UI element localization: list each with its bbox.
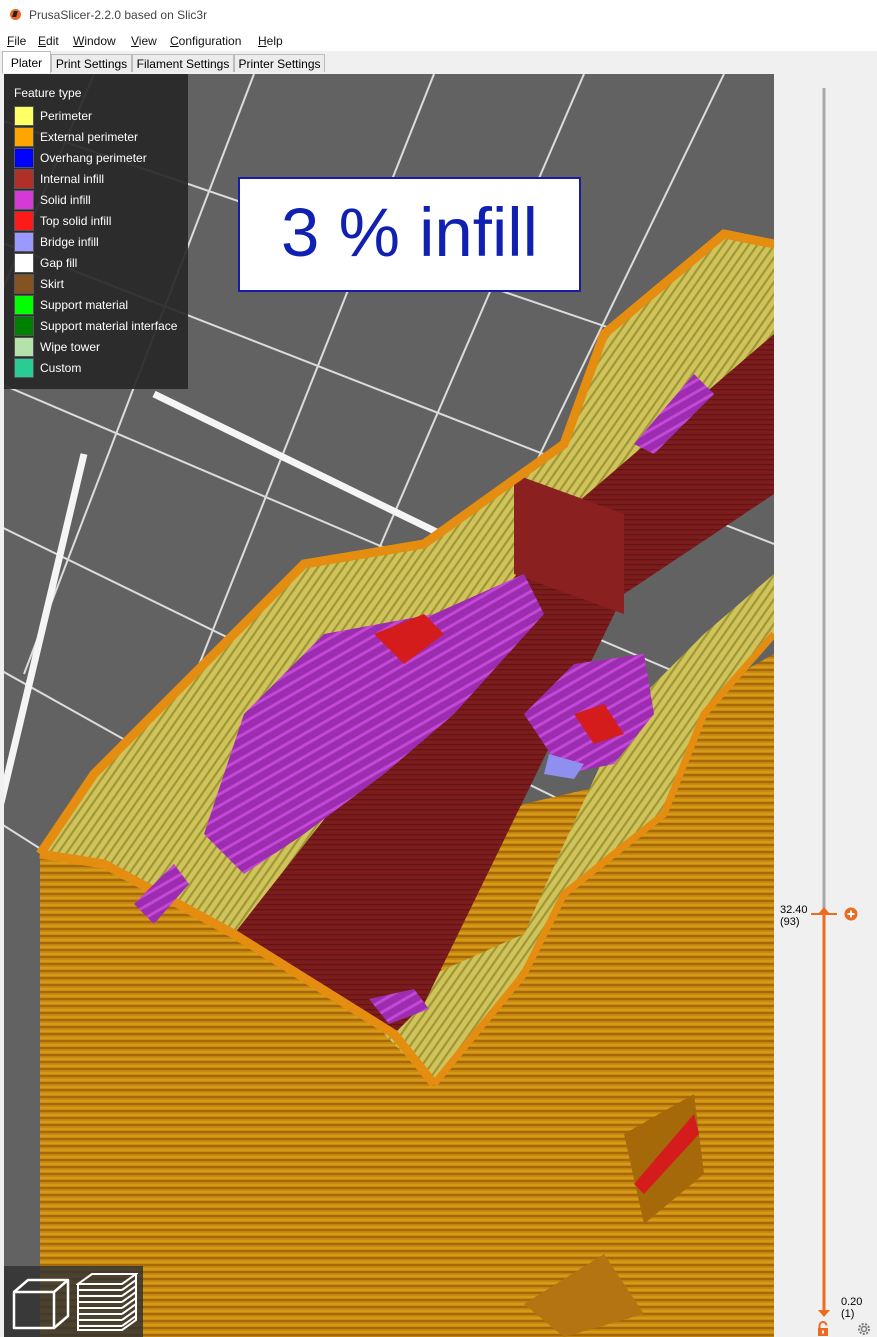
feature-type-legend: Feature type Perimeter External perimete… xyxy=(4,74,188,389)
legend-swatch xyxy=(14,211,34,231)
prusaslicer-app-icon xyxy=(10,9,21,20)
3d-view-icon xyxy=(12,1278,70,1330)
legend-swatch xyxy=(14,358,34,378)
legend-swatch xyxy=(14,106,34,126)
legend-swatch xyxy=(14,148,34,168)
tab-print-settings[interactable]: Print Settings xyxy=(51,54,132,72)
legend-swatch xyxy=(14,127,34,147)
layer-slider[interactable] xyxy=(774,74,877,1337)
tab-bar: Plater Print Settings Filament Settings … xyxy=(0,51,877,73)
legend-swatch xyxy=(14,316,34,336)
add-color-change-icon[interactable] xyxy=(843,906,859,922)
preview-layers-button[interactable] xyxy=(74,1272,140,1332)
slider-upper-thumb xyxy=(818,907,830,914)
menu-window[interactable]: Window xyxy=(73,34,116,48)
upper-layer-number: (93) xyxy=(780,916,800,928)
slider-lower-thumb xyxy=(818,1310,830,1317)
legend-swatch xyxy=(14,337,34,357)
menu-view[interactable]: View xyxy=(131,34,157,48)
menu-help[interactable]: Help xyxy=(258,34,283,48)
upper-height: 32.40 xyxy=(780,904,808,916)
infill-annotation-text: 3 % infill xyxy=(281,194,538,271)
window-title: PrusaSlicer-2.2.0 based on Slic3r xyxy=(29,8,208,22)
legend-swatch xyxy=(14,169,34,189)
infill-annotation-box: 3 % infill xyxy=(238,177,581,292)
menu-file[interactable]: File xyxy=(7,34,26,48)
one-layer-lock-icon[interactable] xyxy=(815,1321,831,1337)
title-bar: PrusaSlicer-2.2.0 based on Slic3r xyxy=(0,0,877,30)
menu-configuration[interactable]: Configuration xyxy=(170,34,241,48)
preview-layers-icon xyxy=(74,1273,140,1331)
tab-filament-settings[interactable]: Filament Settings xyxy=(132,54,234,72)
upper-thumb-value: 32.40 (93) xyxy=(780,904,808,928)
legend-swatch xyxy=(14,232,34,252)
settings-cog-icon[interactable] xyxy=(856,1321,872,1337)
legend-swatch xyxy=(14,190,34,210)
lower-thumb-value: 0.20 (1) xyxy=(841,1296,862,1320)
legend-swatch xyxy=(14,274,34,294)
view-mode-toolbar xyxy=(4,1266,143,1337)
legend-swatch xyxy=(14,295,34,315)
legend-title: Feature type xyxy=(14,86,82,100)
menu-edit[interactable]: Edit xyxy=(38,34,59,48)
3d-view-button[interactable] xyxy=(10,1272,70,1332)
lower-layer-number: (1) xyxy=(841,1308,855,1320)
tab-plater[interactable]: Plater xyxy=(2,51,51,73)
legend-swatch xyxy=(14,253,34,273)
menu-bar: File Edit Window View Configuration Help xyxy=(0,30,877,52)
lower-height: 0.20 xyxy=(841,1296,863,1308)
tab-printer-settings[interactable]: Printer Settings xyxy=(234,54,325,72)
